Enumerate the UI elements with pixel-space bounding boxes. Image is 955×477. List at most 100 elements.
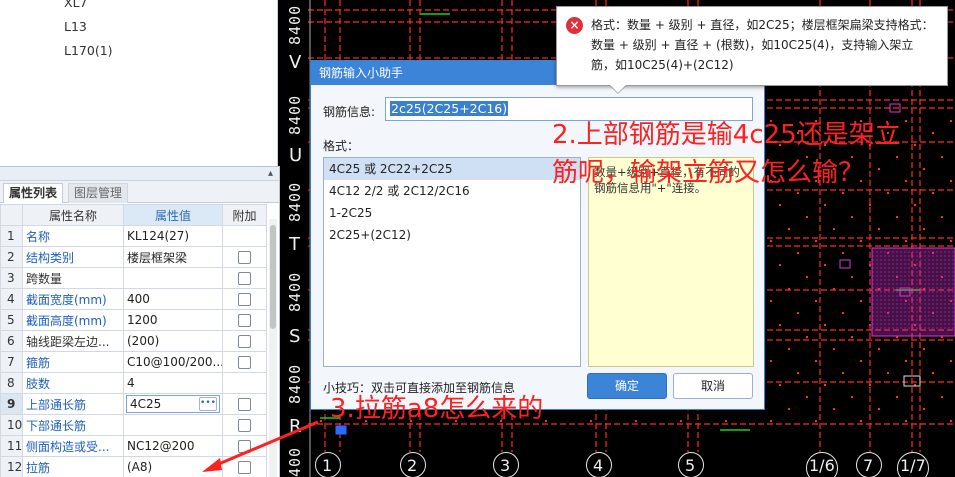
cad-dot: [797, 312, 799, 314]
ok-button[interactable]: 确定: [587, 373, 667, 399]
table-row[interactable]: 10 下部通长筋: [0, 414, 267, 436]
table-row[interactable]: 12 拉筋 (A8): [0, 456, 267, 477]
property-value[interactable]: [123, 414, 223, 436]
extra-checkbox[interactable]: [238, 419, 251, 432]
extra-cell: [222, 414, 267, 436]
table-row[interactable]: 8 肢数 4: [0, 372, 267, 394]
format-item[interactable]: 1-2C25: [324, 202, 580, 224]
property-table: 属性名称 属性值 附加 1 名称 KL124(27) 2 结构类别 楼层框架梁 3 跨数量 4 截…: [0, 204, 267, 477]
ellipsis-icon[interactable]: •••: [199, 397, 217, 411]
extra-checkbox[interactable]: [238, 314, 251, 327]
property-value-editor[interactable]: 4C25 •••: [126, 395, 220, 413]
cad-dot: [797, 192, 799, 194]
property-name: 名称: [22, 225, 124, 247]
cad-dot: [806, 336, 808, 338]
cad-dot: [896, 156, 898, 158]
property-value[interactable]: [123, 267, 223, 289]
scrollbar[interactable]: [269, 219, 277, 477]
property-name: 截面宽度(mm): [22, 288, 124, 310]
extra-cell: [222, 351, 267, 373]
cad-dot: [842, 312, 844, 314]
tab-property-list[interactable]: 属性列表: [3, 183, 64, 203]
scrollbar-thumb[interactable]: [270, 225, 276, 329]
table-row[interactable]: 9 上部通长筋 4C25 •••: [0, 393, 267, 415]
extra-cell: [222, 267, 267, 289]
property-name: 跨数量: [22, 267, 124, 289]
cad-dot: [887, 372, 889, 374]
cad-dot: [842, 372, 844, 374]
property-value[interactable]: C10@100/200...: [123, 351, 223, 373]
axis-number: 7: [863, 456, 874, 475]
table-row[interactable]: 3 跨数量: [0, 267, 267, 289]
property-value[interactable]: (200): [123, 330, 223, 352]
property-name: 侧面构造或受...: [22, 435, 124, 457]
format-item[interactable]: 4C12 2/2 或 2C12/2C16: [324, 180, 580, 202]
property-value[interactable]: 1200: [123, 309, 223, 331]
table-row[interactable]: 7 箍筋 C10@100/200...: [0, 351, 267, 373]
cad-dot: [770, 300, 772, 302]
column-header-name: 属性名称: [22, 204, 124, 226]
property-value[interactable]: 4: [123, 372, 223, 394]
extra-checkbox[interactable]: [238, 293, 251, 306]
tab-layer-management[interactable]: 图层管理: [68, 183, 129, 203]
property-name: 拉筋: [22, 456, 124, 477]
table-row[interactable]: 4 截面宽度(mm) 400: [0, 288, 267, 310]
rebar-info-value: 2c25(2C25+2C16): [390, 101, 509, 116]
cancel-button[interactable]: 取消: [673, 373, 753, 399]
cad-dot: [869, 204, 871, 206]
extra-checkbox[interactable]: [238, 251, 251, 264]
property-value[interactable]: (A8): [123, 456, 223, 477]
cad-dot: [923, 228, 925, 230]
cad-dot: [896, 396, 898, 398]
property-value[interactable]: KL124(27): [123, 225, 223, 247]
format-item[interactable]: 4C25 或 2C22+2C25: [324, 158, 580, 180]
format-label: 格式：: [323, 139, 360, 153]
pin-icon[interactable]: ▴: [268, 168, 273, 179]
property-name: 肢数: [22, 372, 124, 394]
property-name: 截面高度(mm): [22, 309, 124, 331]
axis-number: 4: [593, 456, 604, 475]
component-tree: XL7 L13 L170(1): [0, 0, 278, 166]
extra-checkbox[interactable]: [238, 272, 251, 285]
property-name: 箍筋: [22, 351, 124, 373]
table-row[interactable]: 11 侧面构造或受... NC12@200: [0, 435, 267, 457]
cad-dot: [833, 408, 835, 410]
property-name: 上部通长筋: [22, 393, 124, 415]
cad-dot: [941, 396, 943, 398]
tree-item[interactable]: L170(1): [64, 43, 113, 58]
extra-checkbox[interactable]: [238, 461, 251, 474]
cad-dot: [797, 252, 799, 254]
extra-cell: [222, 225, 267, 247]
row-index: 12: [0, 456, 23, 477]
row-index: 6: [0, 330, 23, 352]
annotation-question-3: 3.拉筋a8怎么来的: [330, 394, 544, 424]
extra-checkbox[interactable]: [238, 440, 251, 453]
extra-checkbox[interactable]: [238, 335, 251, 348]
tree-item[interactable]: L13: [64, 19, 87, 34]
table-row[interactable]: 6 轴线距梁左边... (200): [0, 330, 267, 352]
property-value[interactable]: 400: [123, 288, 223, 310]
cad-dot: [824, 324, 826, 326]
extra-checkbox[interactable]: [238, 398, 251, 411]
cad-dot: [833, 288, 835, 290]
format-item[interactable]: 2C25+(2C12): [324, 224, 580, 246]
column-header-index: [0, 204, 23, 226]
table-row[interactable]: 2 结构类别 楼层框架梁: [0, 246, 267, 268]
table-row[interactable]: 5 截面高度(mm) 1200: [0, 309, 267, 331]
property-value[interactable]: NC12@200: [123, 435, 223, 457]
extra-checkbox[interactable]: [238, 356, 251, 369]
tree-item[interactable]: XL7: [64, 0, 87, 10]
cad-dot: [806, 216, 808, 218]
tooltip-tail-fill: [609, 84, 627, 93]
row-index: 4: [0, 288, 23, 310]
property-value[interactable]: 楼层框架梁: [123, 246, 223, 268]
cad-dot: [950, 120, 952, 122]
dimension-label: 8400: [286, 4, 304, 45]
property-value[interactable]: 4C25 •••: [123, 393, 223, 415]
table-row[interactable]: 1 名称 KL124(27): [0, 225, 267, 247]
cad-dot: [860, 300, 862, 302]
extra-cell: [222, 330, 267, 352]
cad-dot: [779, 204, 781, 206]
cad-dot: [824, 384, 826, 386]
format-list[interactable]: 4C25 或 2C22+2C25 4C12 2/2 或 2C12/2C16 1-…: [323, 157, 581, 367]
